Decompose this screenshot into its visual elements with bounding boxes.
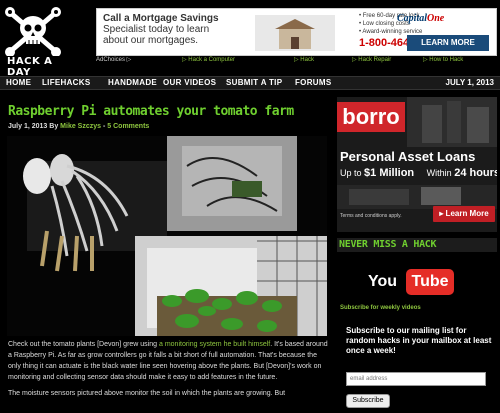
- post-paragraph-2: The moisture sensors pictured above moni…: [8, 390, 286, 397]
- ad-hours: 24 hours: [454, 167, 497, 179]
- sidebar-ad-title: Personal Asset Loans: [340, 149, 476, 164]
- mailing-list-box: Subscribe to our mailing list for random…: [338, 318, 497, 413]
- post-image: [7, 136, 327, 336]
- youtube-logo[interactable]: You Tube: [340, 263, 454, 303]
- youtube-subscribe-link[interactable]: Subscribe for weekly videos: [340, 305, 421, 311]
- ad-headline-line1: Call a Mortgage Savings: [103, 13, 219, 24]
- house-icon: [255, 15, 335, 51]
- ad-link[interactable]: ▷ How to Hack: [423, 56, 463, 63]
- sidebar-ad[interactable]: borro Personal Asset Loans Up to $1 Mill…: [337, 97, 497, 232]
- ad-headline-line3: about our mortgages.: [103, 35, 199, 46]
- ad-headline-line2: Specialist today to learn: [103, 24, 210, 35]
- ad-link[interactable]: ▷ Hack Repair: [352, 56, 391, 63]
- brand-b: One: [427, 13, 445, 24]
- ad-amount: $1 Million: [364, 167, 415, 179]
- ad-within: Within: [426, 168, 452, 178]
- skull-wrenches-icon: [5, 7, 61, 57]
- sidebar-ad-learn-more-button[interactable]: ▸ Learn More: [433, 206, 495, 222]
- ad-link[interactable]: ▷ Hack a Computer: [182, 56, 235, 63]
- post-body: Check out the tomato plants [Devon] grew…: [8, 339, 330, 399]
- monitoring-system-link[interactable]: a monitoring system he built himself: [159, 341, 270, 348]
- email-field[interactable]: email address: [346, 372, 486, 386]
- post-comments-link[interactable]: 5 Comments: [107, 123, 149, 130]
- post-by: By: [49, 123, 59, 130]
- subscribe-button[interactable]: Subscribe: [346, 394, 390, 408]
- mailing-list-text: Subscribe to our mailing list for random…: [346, 326, 492, 355]
- youtube-tube: Tube: [406, 269, 454, 295]
- nav-item-our-videos[interactable]: OUR VIDEOS: [163, 78, 216, 87]
- logo-text: HACK A DAY: [7, 56, 53, 78]
- site-header: HACK A DAY Call a Mortgage Savings Speci…: [0, 0, 500, 78]
- sidebar-ad-terms: Terms and conditions apply.: [340, 213, 402, 219]
- borro-logo: borro: [337, 102, 405, 132]
- post-author-link[interactable]: Mike Szczys: [60, 123, 101, 130]
- brand-a: Capital: [397, 13, 428, 24]
- nav-item-submit-a-tip[interactable]: SUBMIT A TIP: [226, 78, 282, 87]
- post-separator: -: [102, 123, 106, 130]
- youtube-you: You: [368, 273, 398, 290]
- post-date: July 1, 2013: [8, 123, 48, 130]
- post-title[interactable]: Raspberry Pi automates your tomato farm: [8, 104, 294, 119]
- ad-link[interactable]: ▷ Hack: [294, 56, 314, 63]
- capitalone-logo: CapitalOne: [397, 13, 492, 24]
- never-miss-text: NEVER MISS A HACK: [339, 239, 437, 250]
- post-paragraph-1: Check out the tomato plants [Devon] grew…: [8, 339, 330, 383]
- nav-item-home[interactable]: HOME: [6, 78, 31, 87]
- nav-date: JULY 1, 2013: [445, 78, 494, 87]
- post-meta: July 1, 2013 By Mike Szczys - 5 Comments: [8, 123, 149, 130]
- nav-item-forums[interactable]: FORUMS: [295, 78, 331, 87]
- sidebar-ad-subline: Up to $1 Million Within 24 hours: [340, 167, 497, 179]
- ad-learn-more-button[interactable]: LEARN MORE: [407, 35, 489, 51]
- top-ad-banner[interactable]: Call a Mortgage Savings Specialist today…: [96, 8, 497, 56]
- never-miss-heading: NEVER MISS A HACK: [337, 238, 497, 252]
- ad-links-bar: AdChoices ▷ ▷ Hack a Computer ▷ Hack ▷ H…: [96, 56, 500, 66]
- main-nav: HOME LIFEHACKS HANDMADE OUR VIDEOS SUBMI…: [0, 76, 500, 90]
- ad-upto: Up to: [340, 168, 362, 178]
- nav-item-handmade[interactable]: HANDMADE: [108, 78, 157, 87]
- adchoices-link[interactable]: AdChoices ▷: [96, 56, 131, 63]
- ad-headline: Call a Mortgage Savings Specialist today…: [103, 13, 253, 46]
- site-logo[interactable]: HACK A DAY: [4, 6, 62, 78]
- para1-text-a: Check out the tomato plants [Devon] grew…: [8, 341, 159, 348]
- nav-item-lifehacks[interactable]: LIFEHACKS: [42, 78, 90, 87]
